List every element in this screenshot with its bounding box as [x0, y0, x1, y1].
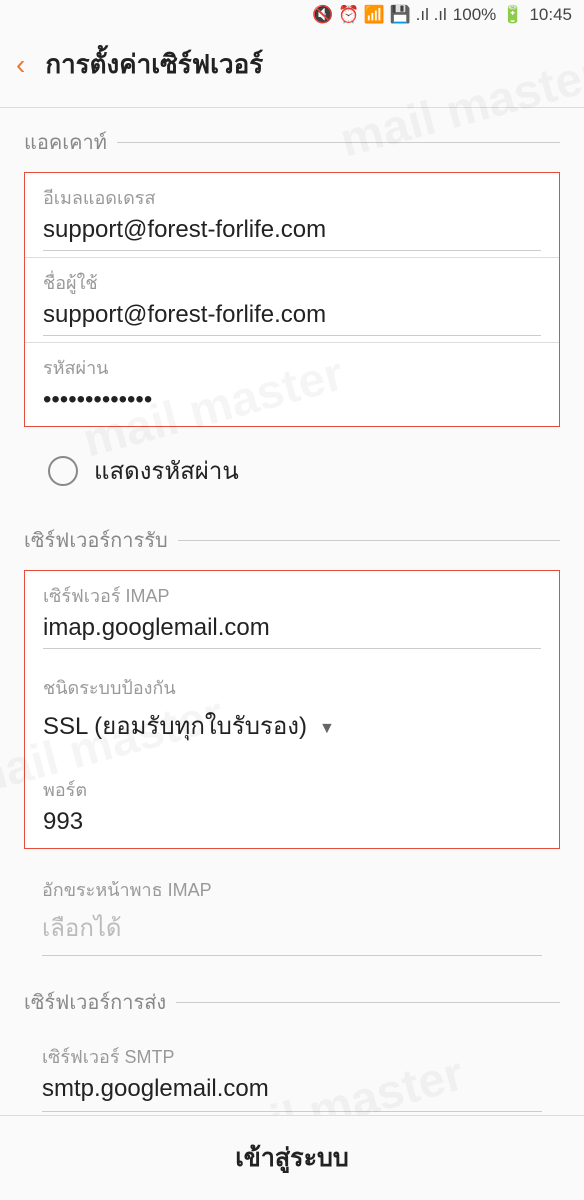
imap-server-field[interactable]: เซิร์ฟเวอร์ IMAP imap.googlemail.com — [25, 571, 559, 655]
clock: 10:45 — [529, 5, 572, 25]
login-button[interactable]: เข้าสู่ระบบ — [235, 1144, 349, 1172]
account-section-label: แอคเคาท์ — [24, 126, 107, 158]
incoming-section-label: เซิร์ฟเวอร์การรับ — [24, 524, 168, 556]
email-value[interactable]: support@forest-forlife.com — [43, 216, 541, 251]
status-bar: 🔇 ⏰ 📶 💾 .ıl .ıl 100% 🔋 10:45 — [0, 0, 584, 30]
password-label: รหัสผ่าน — [43, 353, 541, 382]
password-value[interactable]: ••••••••••••• — [43, 386, 541, 420]
incoming-box: เซิร์ฟเวอร์ IMAP imap.googlemail.com ชนิ… — [24, 570, 560, 849]
security-label: ชนิดระบบป้องกัน — [43, 673, 541, 702]
security-value[interactable]: SSL (ยอมรับทุกใบรับรอง) — [43, 706, 307, 751]
imap-server-value[interactable]: imap.googlemail.com — [43, 614, 541, 649]
smtp-server-value[interactable]: smtp.googlemail.com — [42, 1075, 542, 1112]
username-field[interactable]: ชื่อผู้ใช้ support@forest-forlife.com — [25, 258, 559, 343]
show-password-label: แสดงรหัสผ่าน — [94, 451, 239, 490]
chevron-down-icon[interactable]: ▼ — [319, 720, 335, 738]
email-field[interactable]: อีเมลแอดเดรส support@forest-forlife.com — [25, 173, 559, 258]
battery-icon: 🔋 — [502, 5, 523, 25]
port-value[interactable]: 993 — [43, 808, 541, 842]
port-label: พอร์ต — [43, 775, 541, 804]
footer: เข้าสู่ระบบ — [0, 1115, 584, 1200]
imap-path-placeholder[interactable]: เลือกได้ — [42, 908, 542, 956]
show-password-row[interactable]: แสดงรหัสผ่าน — [0, 441, 584, 520]
imap-path-field[interactable]: อักขระหน้าพาธ IMAP เลือกได้ — [24, 863, 560, 962]
back-icon[interactable]: ‹ — [16, 49, 25, 81]
username-value[interactable]: support@forest-forlife.com — [43, 301, 541, 336]
imap-server-label: เซิร์ฟเวอร์ IMAP — [43, 581, 541, 610]
show-password-checkbox[interactable] — [48, 456, 78, 486]
page-title: การตั้งค่าเซิร์ฟเวอร์ — [45, 44, 263, 85]
outgoing-section-label: เซิร์ฟเวอร์การส่ง — [24, 986, 166, 1018]
smtp-server-label: เซิร์ฟเวอร์ SMTP — [42, 1042, 542, 1071]
imap-path-label: อักขระหน้าพาธ IMAP — [42, 875, 542, 904]
port-field[interactable]: พอร์ต 993 — [25, 757, 559, 848]
security-field[interactable]: ชนิดระบบป้องกัน SSL (ยอมรับทุกใบรับรอง) … — [25, 655, 559, 757]
battery-percent: 100% — [453, 5, 496, 25]
email-label: อีเมลแอดเดรส — [43, 183, 541, 212]
smtp-server-field[interactable]: เซิร์ฟเวอร์ SMTP smtp.googlemail.com — [24, 1032, 560, 1118]
header: ‹ การตั้งค่าเซิร์ฟเวอร์ — [0, 30, 584, 107]
password-field[interactable]: รหัสผ่าน ••••••••••••• — [25, 343, 559, 426]
account-box: อีเมลแอดเดรส support@forest-forlife.com … — [24, 172, 560, 427]
status-icons: 🔇 ⏰ 📶 💾 .ıl .ıl — [312, 5, 447, 25]
username-label: ชื่อผู้ใช้ — [43, 268, 541, 297]
